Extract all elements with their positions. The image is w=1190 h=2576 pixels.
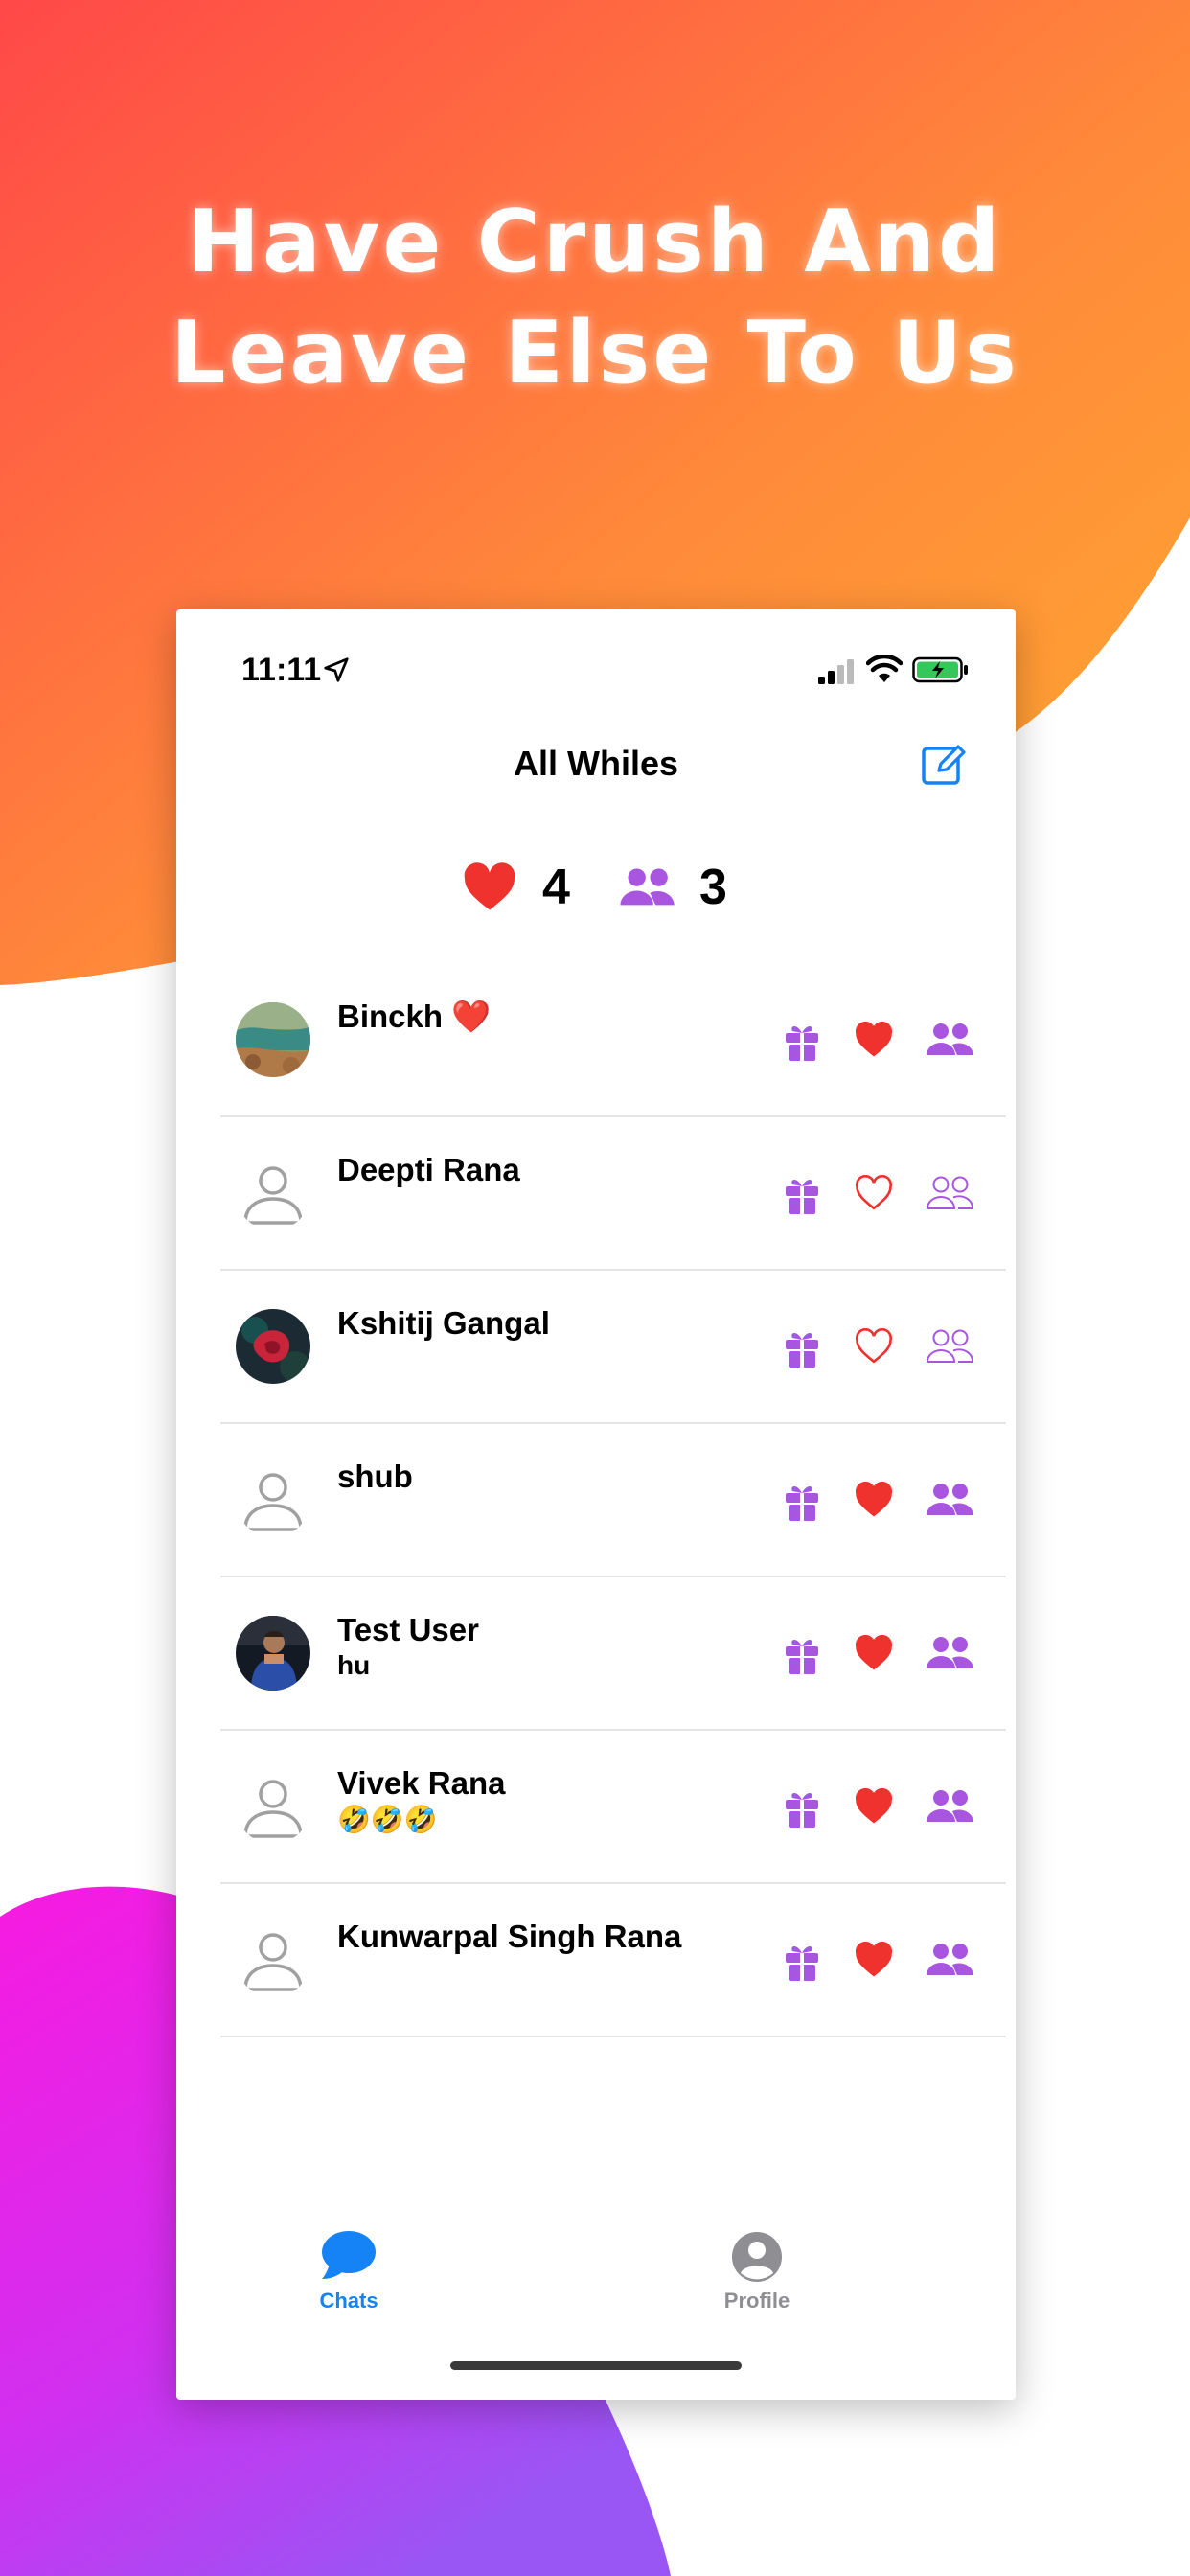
avatar-placeholder-icon: [236, 1922, 310, 1997]
friends-outline-icon[interactable]: [924, 1328, 975, 1365]
heart-outline-icon[interactable]: [855, 1175, 893, 1211]
tab-chats-label: Chats: [319, 2288, 378, 2312]
friends-icon[interactable]: [924, 1942, 975, 1978]
gift-icon[interactable]: [784, 1942, 820, 1982]
contact-name: Binckh ❤️: [337, 999, 492, 1034]
friends-icon[interactable]: [924, 1482, 975, 1518]
status-bar: 11:11: [176, 610, 1016, 734]
gift-icon[interactable]: [784, 1482, 820, 1522]
heart-icon[interactable]: [855, 1022, 893, 1058]
friends-count: 3: [699, 860, 727, 915]
contact-row[interactable]: Binckh ❤️: [176, 964, 1016, 1117]
avatar-placeholder-icon: [236, 1769, 310, 1844]
heart-icon[interactable]: [855, 1482, 893, 1518]
gift-icon[interactable]: [784, 1175, 820, 1215]
location-arrow-icon: [324, 657, 349, 682]
tab-profile-label: Profile: [723, 2288, 790, 2312]
friends-count-icon: [620, 868, 675, 906]
avatar-placeholder-icon: [236, 1156, 310, 1230]
tab-chats[interactable]: Chats: [253, 2229, 445, 2313]
friends-icon[interactable]: [924, 1788, 975, 1825]
gift-icon[interactable]: [784, 1788, 820, 1828]
phone-screen: 11:11 All Whiles 4 3 Binckh ❤️ Deepti Ra…: [176, 610, 1016, 2400]
avatar-placeholder-icon: [236, 1462, 310, 1537]
promo-headline-line2: Leave Else To Us: [171, 303, 1019, 403]
stats-bar: 4 3: [176, 859, 1016, 926]
cellular-signal-icon: [818, 659, 854, 684]
avatar: [236, 1309, 310, 1384]
nav-title: All Whiles: [513, 744, 679, 783]
wifi-icon: [866, 656, 903, 682]
gift-icon[interactable]: [784, 1635, 820, 1675]
friends-icon[interactable]: [924, 1635, 975, 1671]
compose-icon[interactable]: [920, 740, 968, 788]
contact-row[interactable]: Test User hu: [176, 1577, 1016, 1731]
promo-headline: Have Crush And Leave Else To Us: [0, 187, 1190, 409]
contact-name: Test User: [337, 1612, 479, 1647]
contact-row[interactable]: Deepti Rana: [176, 1117, 1016, 1271]
gift-icon[interactable]: [784, 1022, 820, 1062]
contact-row[interactable]: Vivek Rana 🤣🤣🤣: [176, 1731, 1016, 1884]
friends-icon[interactable]: [924, 1022, 975, 1058]
avatar: [236, 1616, 310, 1690]
promo-headline-line1: Have Crush And: [187, 192, 1003, 292]
contact-name: shub: [337, 1459, 413, 1494]
chat-bubble-icon: [322, 2231, 376, 2279]
heart-icon[interactable]: [855, 1635, 893, 1671]
heart-outline-icon[interactable]: [855, 1328, 893, 1365]
contact-subtitle: 🤣🤣🤣: [337, 1805, 438, 1834]
contact-name: Kunwarpal Singh Rana: [337, 1919, 682, 1954]
friends-outline-icon[interactable]: [924, 1175, 975, 1211]
heart-icon[interactable]: [855, 1942, 893, 1978]
heart-count-icon: [464, 862, 515, 910]
contact-subtitle: hu: [337, 1650, 371, 1680]
heart-count: 4: [542, 860, 570, 915]
contact-list: Binckh ❤️ Deepti Rana Kshitij Gangal shu…: [176, 964, 1016, 2037]
home-indicator[interactable]: [450, 2361, 742, 2370]
tab-profile[interactable]: Profile: [661, 2229, 853, 2313]
row-divider: [220, 2036, 1006, 2037]
contact-row[interactable]: Kunwarpal Singh Rana: [176, 1884, 1016, 2037]
contact-name: Deepti Rana: [337, 1152, 520, 1187]
contact-row[interactable]: shub: [176, 1424, 1016, 1577]
gift-icon[interactable]: [784, 1328, 820, 1368]
heart-icon[interactable]: [855, 1788, 893, 1825]
profile-circle-icon: [732, 2232, 782, 2282]
avatar: [236, 1002, 310, 1077]
battery-charging-icon: [912, 656, 968, 683]
contact-name: Vivek Rana: [337, 1765, 506, 1801]
contact-name: Kshitij Gangal: [337, 1305, 550, 1341]
contact-row[interactable]: Kshitij Gangal: [176, 1271, 1016, 1424]
status-time: 11:11: [241, 652, 322, 688]
